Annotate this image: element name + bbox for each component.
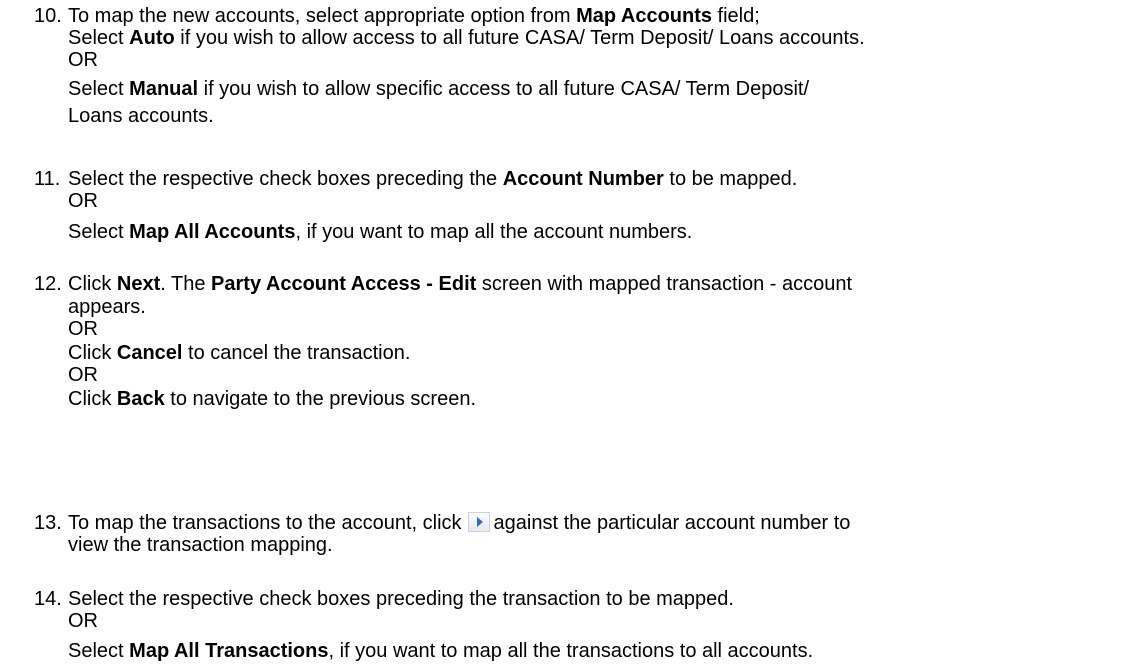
step-number: 14. [34, 588, 62, 610]
step-line: Select the respective check boxes preced… [68, 588, 734, 610]
option-name: Map All Accounts [129, 221, 296, 243]
step-line: OR [68, 318, 98, 340]
step-line: Select the respective check boxes preced… [68, 168, 798, 190]
option-name: Auto [129, 27, 175, 49]
play-arrow-icon [467, 512, 490, 532]
step-10: 10. To map the new accounts, select appr… [34, 5, 1134, 127]
step-line: OR [68, 49, 98, 71]
option-name: Manual [129, 78, 199, 100]
step-number: 10. [34, 5, 62, 27]
step-12: 12. Click Next. The Party Account Access… [34, 273, 1134, 410]
button-name: Cancel [116, 342, 183, 364]
option-name: Map All Transactions [129, 640, 329, 662]
step-line: Select Manual if you wish to allow speci… [68, 78, 810, 100]
step-line: Click Cancel to cancel the transaction. [68, 342, 411, 364]
step-body: To map the transactions to the account, … [68, 512, 1134, 556]
step-line: OR [68, 190, 98, 212]
step-line: view the transaction mapping. [68, 534, 333, 556]
button-name: Back [116, 388, 165, 410]
step-line: To map the transactions to the account, … [68, 512, 851, 534]
step-line: Loans accounts. [68, 105, 214, 127]
step-line: Select Map All Transactions, if you want… [68, 640, 814, 662]
step-line: Click Back to navigate to the previous s… [68, 388, 477, 410]
step-number: 11. [34, 168, 61, 190]
step-line: Select Map All Accounts, if you want to … [68, 221, 693, 243]
step-line: appears. [68, 296, 146, 318]
step-body: Select the respective check boxes preced… [68, 168, 1134, 243]
step-line: Select Auto if you wish to allow access … [68, 27, 865, 49]
step-body: Click Next. The Party Account Access - E… [68, 273, 1134, 410]
step-line: Click Next. The Party Account Access - E… [68, 273, 853, 295]
screen-name: Party Account Access - Edit [211, 273, 477, 295]
step-body: To map the new accounts, select appropri… [68, 5, 1134, 127]
step-body: Select the respective check boxes preced… [68, 588, 1134, 662]
button-name: Next [116, 273, 161, 295]
step-13: 13. To map the transactions to the accou… [34, 512, 1134, 556]
field-name: Map Accounts [576, 5, 712, 27]
field-name: Account Number [502, 168, 664, 190]
step-number: 13. [34, 512, 62, 534]
step-line: OR [68, 364, 98, 386]
step-11: 11. Select the respective check boxes pr… [34, 168, 1134, 243]
step-line: OR [68, 610, 98, 632]
step-line: To map the new accounts, select appropri… [68, 5, 760, 27]
step-number: 12. [34, 273, 62, 295]
step-14: 14. Select the respective check boxes pr… [34, 588, 1134, 662]
